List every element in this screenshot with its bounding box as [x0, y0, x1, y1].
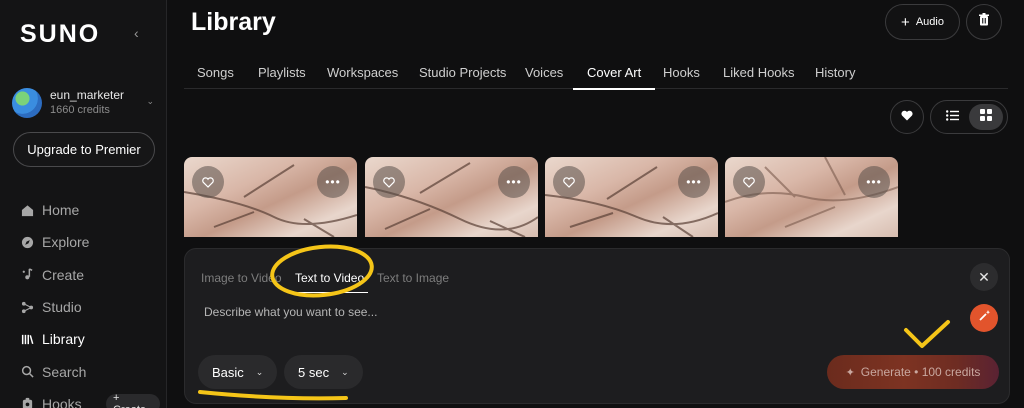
sidebar-nav: Home Explore Create Studio Library Searc…	[20, 194, 160, 408]
tab-studio-projects[interactable]: Studio Projects	[419, 65, 506, 80]
sparkle-icon: ✦	[845, 366, 855, 379]
grid-view-button[interactable]	[969, 104, 1003, 130]
add-audio-button[interactable]: + Audio	[885, 4, 960, 40]
plus-icon: +	[901, 13, 910, 31]
close-panel-button[interactable]: ✕	[970, 263, 998, 291]
sidebar: SUNO ‹ eun_marketer 1660 credits ⌄ Upgra…	[0, 0, 167, 408]
suno-logo[interactable]: SUNO	[20, 20, 100, 49]
sidebar-item-label: Library	[42, 331, 85, 348]
duration-select[interactable]: 5 sec ⌄	[284, 355, 363, 389]
sidebar-item-studio[interactable]: Studio	[20, 291, 160, 323]
mode-value: Basic	[212, 364, 244, 380]
tab-playlists[interactable]: Playlists	[258, 65, 306, 80]
trash-icon	[978, 13, 990, 31]
more-horizontal-icon[interactable]: •••	[498, 166, 530, 198]
more-horizontal-icon[interactable]: •••	[317, 166, 349, 198]
cover-art-card[interactable]: •••	[725, 157, 898, 237]
sidebar-item-label: Explore	[42, 234, 90, 251]
page-title: Library	[191, 8, 276, 36]
sidebar-item-create[interactable]: Create	[20, 259, 160, 291]
heart-outline-icon[interactable]	[553, 166, 585, 198]
tab-text-to-video[interactable]: Text to Video	[290, 271, 369, 293]
magic-wand-icon	[978, 309, 991, 327]
chevron-down-icon: ⌄	[255, 366, 264, 377]
close-icon: ✕	[978, 268, 990, 285]
delete-button[interactable]	[966, 4, 1002, 40]
video-generator-panel: Image to Video Text to Video Text to Ima…	[184, 248, 1010, 404]
generate-button[interactable]: ✦ Generate • 100 credits	[827, 355, 999, 389]
view-toggle	[930, 100, 1008, 134]
chevron-down-icon: ⌄	[146, 96, 154, 106]
enhance-prompt-button[interactable]	[970, 304, 998, 332]
sidebar-item-label: Create	[42, 266, 85, 283]
tab-history[interactable]: History	[815, 65, 855, 80]
home-icon	[20, 203, 34, 217]
hook-icon	[20, 397, 34, 408]
sidebar-item-label: Hooks	[42, 395, 82, 408]
username: eun_marketer	[50, 88, 125, 102]
sidebar-item-search[interactable]: Search	[20, 355, 160, 387]
sidebar-item-explore[interactable]: Explore	[20, 226, 160, 258]
list-icon	[945, 108, 959, 126]
library-tabs: Songs Playlists Workspaces Studio Projec…	[184, 57, 1008, 90]
user-menu[interactable]: eun_marketer 1660 credits ⌄	[12, 86, 158, 120]
tab-hooks[interactable]: Hooks	[663, 65, 700, 80]
tab-songs[interactable]: Songs	[197, 65, 234, 80]
heart-icon	[901, 110, 913, 124]
avatar	[12, 88, 42, 118]
mode-select[interactable]: Basic ⌄	[198, 355, 278, 389]
heart-outline-icon[interactable]	[733, 166, 765, 198]
grid-icon	[980, 108, 992, 126]
more-horizontal-icon[interactable]: •••	[858, 166, 890, 198]
add-audio-label: Audio	[915, 16, 944, 28]
generate-label: Generate • 100 credits	[860, 365, 981, 379]
cover-art-card[interactable]: •••	[184, 157, 357, 237]
cover-art-card[interactable]: •••	[365, 157, 538, 237]
chevron-down-icon: ⌄	[341, 366, 349, 377]
compass-icon	[20, 235, 34, 249]
credits-count: 1660 credits	[50, 104, 110, 116]
search-icon	[20, 365, 34, 379]
sidebar-item-label: Studio	[42, 299, 82, 316]
list-view-button[interactable]	[935, 104, 969, 130]
sidebar-item-home[interactable]: Home	[20, 194, 160, 226]
prompt-input[interactable]: Describe what you want to see...	[204, 305, 377, 319]
more-horizontal-icon[interactable]: •••	[678, 166, 710, 198]
tab-image-to-video[interactable]: Image to Video	[201, 271, 282, 285]
tab-voices[interactable]: Voices	[525, 65, 563, 80]
heart-outline-icon[interactable]	[192, 166, 224, 198]
tab-liked-hooks[interactable]: Liked Hooks	[723, 65, 795, 80]
tab-text-to-image[interactable]: Text to Image	[377, 271, 449, 285]
cover-art-card[interactable]: •••	[545, 157, 718, 237]
heart-outline-icon[interactable]	[373, 166, 405, 198]
nodes-icon	[20, 300, 34, 314]
collapse-sidebar-icon[interactable]: ‹	[134, 26, 148, 40]
upgrade-button[interactable]: Upgrade to Premier	[13, 132, 155, 167]
tab-workspaces[interactable]: Workspaces	[327, 65, 398, 80]
sidebar-item-library[interactable]: Library	[20, 323, 160, 355]
hooks-create-button[interactable]: + Create	[106, 392, 160, 408]
music-note-icon	[20, 268, 34, 282]
library-icon	[20, 332, 34, 346]
sidebar-item-label: Search	[42, 363, 87, 380]
tab-cover-art[interactable]: Cover Art	[572, 65, 656, 90]
duration-value: 5 sec	[298, 364, 330, 380]
sidebar-item-label: Home	[42, 202, 80, 219]
favorites-filter-button[interactable]	[890, 100, 924, 134]
sidebar-item-hooks[interactable]: Hooks + Create	[20, 388, 160, 408]
